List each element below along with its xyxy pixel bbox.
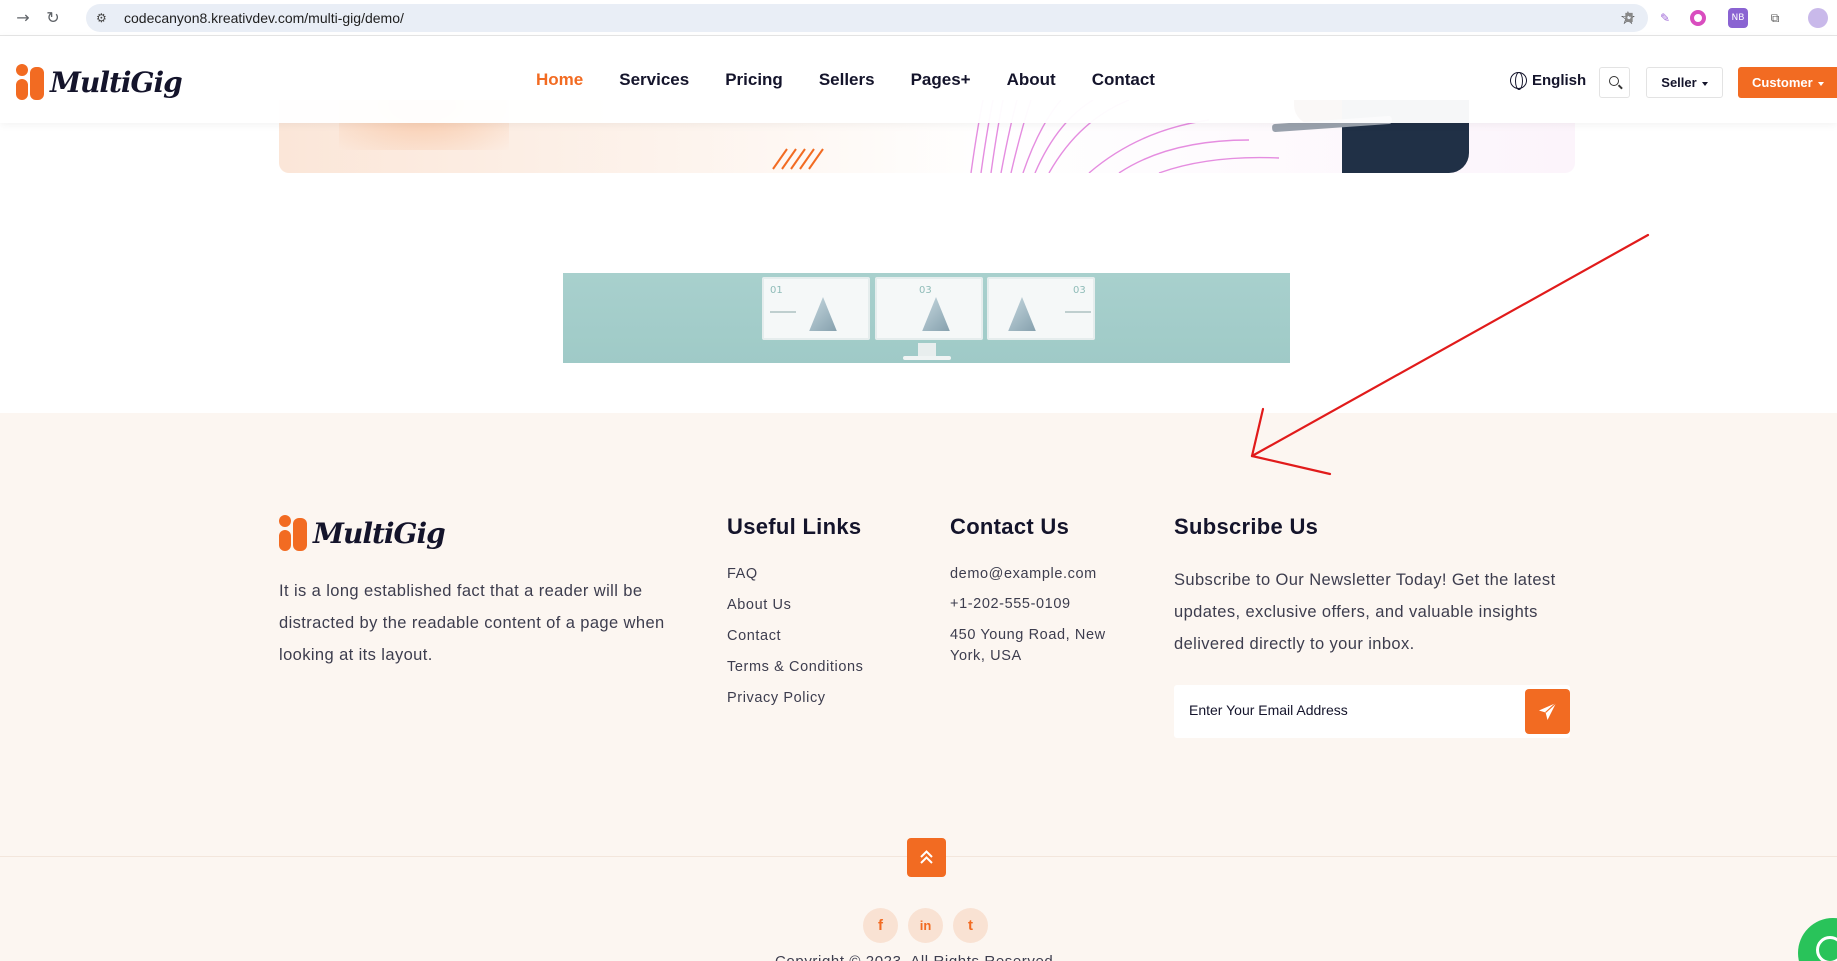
main-nav: Home Services Pricing Sellers Pages+ Abo… <box>536 70 1155 90</box>
language-selector[interactable]: English <box>1510 72 1587 90</box>
globe-icon <box>1510 72 1527 90</box>
nav-contact[interactable]: Contact <box>1092 70 1155 90</box>
header-logo[interactable]: MultiGig <box>16 64 183 100</box>
link-terms[interactable]: Terms & Conditions <box>727 658 864 676</box>
footer: MultiGig It is a long established fact t… <box>0 413 1837 961</box>
search-icon <box>1609 76 1619 86</box>
subscribe-send-button[interactable] <box>1525 689 1570 734</box>
nav-sellers[interactable]: Sellers <box>819 70 875 90</box>
browser-toolbar: → ↻ ⚙ codecanyon8.kreativdev.com/multi-g… <box>0 0 1837 36</box>
preview-card: 03 <box>875 277 983 340</box>
facebook-icon[interactable]: f <box>863 908 898 943</box>
logo-mark-icon <box>279 515 309 551</box>
contact-us-heading: Contact Us <box>950 514 1070 539</box>
subscribe-heading: Subscribe Us <box>1174 514 1319 539</box>
copyright-text: Copyright © 2023. All Rights Reserved <box>775 953 1053 961</box>
contact-list: demo@example.com +1-202-555-0109 450 You… <box>950 565 1120 679</box>
nav-services[interactable]: Services <box>619 70 689 90</box>
nb-extension-icon[interactable]: NB <box>1728 8 1748 28</box>
link-about-us[interactable]: About Us <box>727 596 864 614</box>
whatsapp-chat-icon[interactable] <box>1798 918 1837 961</box>
nav-about[interactable]: About <box>1007 70 1056 90</box>
url-text[interactable]: codecanyon8.kreativdev.com/multi-gig/dem… <box>124 10 404 26</box>
caret-down-icon <box>1701 81 1708 86</box>
template-preview-banner: 01 03 03 <box>563 273 1290 363</box>
site-settings-icon[interactable]: ⚙ <box>96 10 112 26</box>
subscribe-text: Subscribe to Our Newsletter Today! Get t… <box>1174 571 1556 653</box>
preview-card: 03 <box>987 277 1095 340</box>
color-extension-icon[interactable] <box>1690 10 1706 26</box>
site-header: MultiGig Home Services Pricing Sellers P… <box>0 36 1837 123</box>
pen-extension-icon[interactable]: ✎ <box>1655 8 1675 28</box>
link-privacy[interactable]: Privacy Policy <box>727 689 864 707</box>
profile-avatar-icon[interactable] <box>1808 8 1828 28</box>
nav-home[interactable]: Home <box>536 70 583 90</box>
useful-links-heading: Useful Links <box>727 514 862 539</box>
footer-description: It is a long established fact that a rea… <box>279 582 665 664</box>
contact-phone[interactable]: +1-202-555-0109 <box>950 595 1120 613</box>
address-bar[interactable]: ⚙ codecanyon8.kreativdev.com/multi-gig/d… <box>86 4 1648 32</box>
email-box <box>1174 685 1570 738</box>
seller-dropdown[interactable]: Seller <box>1646 67 1723 98</box>
language-label: English <box>1532 72 1587 89</box>
monitor-stand <box>918 343 936 357</box>
contact-email[interactable]: demo@example.com <box>950 565 1120 583</box>
puzzle-extensions-icon[interactable]: ⧉ <box>1765 8 1785 28</box>
paper-plane-icon <box>1538 702 1557 721</box>
link-contact[interactable]: Contact <box>727 627 864 645</box>
preview-card: 01 <box>762 277 870 340</box>
forward-icon[interactable]: → <box>14 9 32 27</box>
nav-pricing[interactable]: Pricing <box>725 70 783 90</box>
caret-down-icon <box>1817 81 1824 86</box>
seller-label: Seller <box>1661 75 1697 90</box>
contact-address: 450 Young Road, New York, USA <box>950 627 1106 664</box>
camera-extension-icon[interactable]: ◘ <box>1619 8 1639 28</box>
back-to-top-button[interactable] <box>907 838 946 877</box>
search-button[interactable] <box>1599 67 1630 98</box>
nav-pages[interactable]: Pages+ <box>911 70 971 90</box>
twitter-icon[interactable]: t <box>953 908 988 943</box>
reload-icon[interactable]: ↻ <box>44 9 62 27</box>
monitor-base <box>903 356 951 360</box>
double-chevron-up-icon <box>920 850 933 864</box>
email-input[interactable] <box>1189 702 1519 718</box>
logo-text: MultiGig <box>50 65 183 99</box>
customer-dropdown[interactable]: Customer <box>1738 67 1837 98</box>
useful-links-list: FAQ About Us Contact Terms & Conditions … <box>727 565 864 720</box>
footer-logo[interactable]: MultiGig <box>279 515 446 551</box>
link-faq[interactable]: FAQ <box>727 565 864 583</box>
decorative-dashes <box>772 148 824 170</box>
logo-mark-icon <box>16 64 46 100</box>
logo-text: MultiGig <box>313 516 446 550</box>
customer-label: Customer <box>1752 75 1813 90</box>
linkedin-icon[interactable]: in <box>908 908 943 943</box>
